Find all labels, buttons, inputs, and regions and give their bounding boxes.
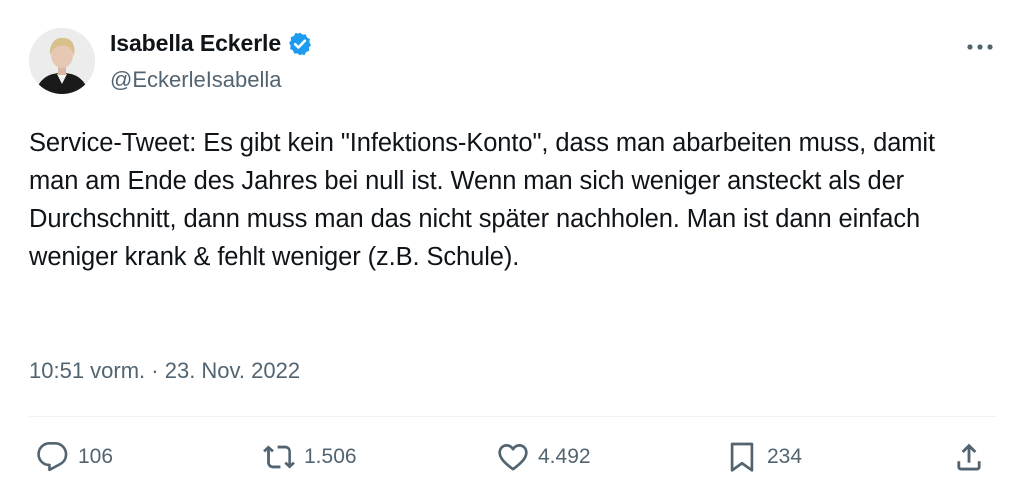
tweet-timestamp[interactable]: 10:51 vorm. · 23. Nov. 2022 [29, 358, 300, 384]
bookmark-count: 234 [767, 445, 803, 468]
share-icon [957, 443, 981, 471]
verified-badge-icon[interactable] [287, 31, 313, 57]
avatar-image [29, 28, 95, 94]
author-handle[interactable]: @EckerleIsabella [110, 67, 282, 93]
tweet-text: Service-Tweet: Es gibt kein "Infektions-… [29, 129, 935, 271]
bookmark-button[interactable]: 234 [725, 440, 802, 474]
like-count: 4.492 [538, 445, 591, 468]
author-name[interactable]: Isabella Eckerle [110, 30, 281, 57]
repost-icon [263, 445, 295, 469]
like-icon [498, 444, 528, 471]
avatar[interactable] [29, 28, 95, 94]
reply-count: 106 [78, 445, 114, 468]
repost-button[interactable]: 1.506 [262, 440, 357, 474]
more-options-button[interactable] [964, 38, 996, 56]
author-header: Isabella Eckerle [110, 30, 313, 57]
like-button[interactable]: 4.492 [496, 440, 591, 474]
repost-count: 1.506 [304, 445, 357, 468]
divider [29, 416, 996, 417]
more-icon [967, 44, 993, 50]
reply-icon [37, 442, 68, 472]
bookmark-icon [730, 442, 754, 472]
share-button[interactable] [952, 440, 986, 474]
reply-button[interactable]: 106 [36, 440, 113, 474]
